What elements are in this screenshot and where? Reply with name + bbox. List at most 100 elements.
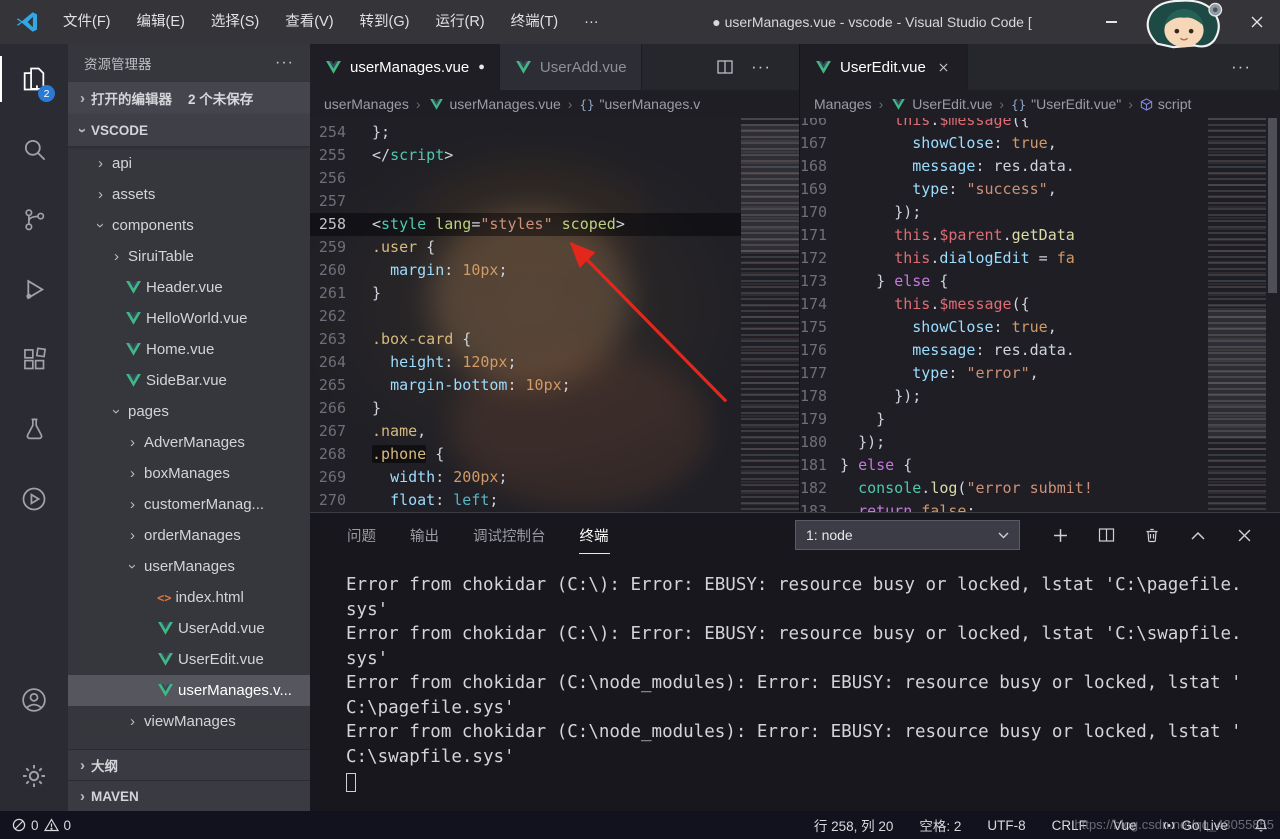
tree-item-usermanages-v-[interactable]: userManages.v...: [68, 675, 310, 706]
breadcrumbs-right: Manages › UserEdit.vue › {} "UserEdit.vu…: [800, 90, 1279, 118]
tree-item-sidebar-vue[interactable]: SideBar.vue: [68, 365, 310, 396]
breadcrumb-item[interactable]: userManages: [324, 96, 409, 112]
tree-item-label: pages: [128, 403, 169, 420]
menu-view[interactable]: 查看(V): [272, 0, 346, 44]
source-control-icon[interactable]: [0, 184, 68, 254]
line-number: 166: [800, 118, 840, 132]
vue-icon: [158, 622, 173, 635]
testing-flask-icon[interactable]: [0, 394, 68, 464]
line-number: 181: [800, 454, 840, 477]
open-editors-header[interactable]: › 打开的编辑器 2 个未保存: [68, 82, 310, 114]
close-tab-icon[interactable]: [935, 58, 953, 76]
problems-indicator[interactable]: 0 0: [12, 818, 71, 833]
panel-tab-problems[interactable]: 问题: [346, 517, 377, 554]
run-circle-icon[interactable]: [0, 464, 68, 534]
tree-item-label: viewManages: [144, 713, 236, 730]
terminal-output[interactable]: Error from chokidar (C:\): Error: EBUSY:…: [310, 557, 1280, 811]
search-icon[interactable]: [0, 114, 68, 184]
breadcrumb-item[interactable]: {} "userManages.v: [579, 96, 700, 112]
run-debug-icon[interactable]: [0, 254, 68, 324]
tab-useradd-vue[interactable]: UserAdd.vue: [500, 44, 642, 90]
tree-item-pages[interactable]: ›pages: [68, 396, 310, 427]
close-button[interactable]: [1234, 0, 1280, 44]
line-number: 262: [310, 305, 372, 328]
breadcrumb-item[interactable]: {} "UserEdit.vue": [1011, 96, 1121, 112]
panel-tab-output[interactable]: 输出: [409, 517, 440, 554]
scrollbar[interactable]: [1266, 118, 1279, 512]
tree-item-index-html[interactable]: <>index.html: [68, 582, 310, 613]
settings-gear-icon[interactable]: [0, 741, 68, 811]
tree-item-usermanages[interactable]: ›userManages: [68, 551, 310, 582]
chevron-down-icon: ›: [92, 217, 109, 234]
close-panel-icon[interactable]: [1234, 525, 1254, 545]
html-icon: <>: [157, 591, 171, 605]
go-live-button[interactable]: Go Live: [1162, 818, 1228, 833]
menu-terminal[interactable]: 终端(T): [498, 0, 572, 44]
breadcrumb-item[interactable]: script: [1140, 96, 1191, 112]
tree-item-customermanag-[interactable]: ›customerManag...: [68, 489, 310, 520]
tree-item-boxmanages[interactable]: ›boxManages: [68, 458, 310, 489]
new-terminal-icon[interactable]: [1050, 525, 1070, 545]
tree-item-ordermanages[interactable]: ›orderManages: [68, 520, 310, 551]
menu-run[interactable]: 运行(R): [422, 0, 497, 44]
tab-useredit-vue[interactable]: UserEdit.vue: [800, 44, 968, 90]
outline-section-header[interactable]: › 大纲: [68, 749, 310, 780]
panel-tab-terminal[interactable]: 终端: [579, 517, 610, 554]
explorer-icon[interactable]: 2: [0, 44, 68, 114]
breadcrumb-item[interactable]: UserEdit.vue: [890, 96, 992, 112]
scrollbar-thumb[interactable]: [1268, 118, 1277, 293]
indentation-setting[interactable]: 空格: 2: [919, 815, 961, 835]
notifications-bell-icon[interactable]: [1254, 818, 1268, 833]
tree-item-siruitable[interactable]: ›SiruiTable: [68, 241, 310, 272]
menu-more[interactable]: ···: [571, 0, 612, 44]
tree-item-components[interactable]: ›components: [68, 210, 310, 241]
minimap[interactable]: [1208, 118, 1266, 512]
tab-usermanages-vue[interactable]: userManages.vue ●: [310, 44, 500, 90]
vue-icon: [126, 374, 141, 387]
modified-dot-icon[interactable]: ●: [478, 61, 485, 73]
code-line: 254};: [310, 121, 799, 144]
minimap[interactable]: [741, 118, 799, 512]
tree-item-viewmanages[interactable]: ›viewManages: [68, 706, 310, 737]
terminal-select[interactable]: 1: node: [795, 520, 1020, 550]
tree-item-helloworld-vue[interactable]: HelloWorld.vue: [68, 303, 310, 334]
workspace-root-header[interactable]: › VSCODE: [68, 114, 310, 146]
menu-selection[interactable]: 选择(S): [198, 0, 272, 44]
chevron-right-icon: ›: [92, 155, 109, 172]
tree-item-useredit-vue[interactable]: UserEdit.vue: [68, 644, 310, 675]
split-editor-icon[interactable]: [715, 57, 735, 77]
more-actions-icon[interactable]: ···: [1231, 57, 1251, 77]
code-line: 256: [310, 167, 799, 190]
code-editor-left[interactable]: 254};255</script>256257258<style lang="s…: [310, 118, 799, 512]
tree-item-label: HelloWorld.vue: [146, 310, 247, 327]
kill-terminal-trash-icon[interactable]: [1142, 525, 1162, 545]
cursor-position[interactable]: 行 258, 列 20: [814, 815, 894, 835]
maven-section-header[interactable]: › MAVEN: [68, 780, 310, 811]
menu-go[interactable]: 转到(G): [347, 0, 423, 44]
minimize-button[interactable]: [1088, 0, 1134, 44]
account-icon[interactable]: [0, 665, 68, 735]
chevron-down-icon: [998, 532, 1009, 539]
split-terminal-icon[interactable]: [1096, 525, 1116, 545]
tree-item-advermanages[interactable]: ›AdverManages: [68, 427, 310, 458]
menu-file[interactable]: 文件(F): [50, 0, 124, 44]
tree-item-useradd-vue[interactable]: UserAdd.vue: [68, 613, 310, 644]
tree-item-assets[interactable]: ›assets: [68, 179, 310, 210]
breadcrumb-item[interactable]: userManages.vue: [428, 96, 561, 112]
encoding[interactable]: UTF-8: [987, 818, 1025, 833]
language-mode[interactable]: Vue: [1113, 818, 1137, 833]
extensions-icon[interactable]: [0, 324, 68, 394]
tree-item-api[interactable]: ›api: [68, 148, 310, 179]
line-number: 256: [310, 167, 372, 190]
menu-edit[interactable]: 编辑(E): [124, 0, 198, 44]
more-actions-icon[interactable]: ···: [751, 57, 771, 77]
more-actions-icon[interactable]: ···: [275, 54, 294, 72]
breadcrumb-item[interactable]: Manages: [814, 96, 872, 112]
line-number: 255: [310, 144, 372, 167]
maximize-panel-icon[interactable]: [1188, 525, 1208, 545]
eol-setting[interactable]: CRLF: [1052, 818, 1087, 833]
tree-item-header-vue[interactable]: Header.vue: [68, 272, 310, 303]
code-editor-right[interactable]: 166 this.$message({167 showClose: true,1…: [800, 118, 1279, 512]
tree-item-home-vue[interactable]: Home.vue: [68, 334, 310, 365]
panel-tab-debug-console[interactable]: 调试控制台: [472, 517, 547, 554]
